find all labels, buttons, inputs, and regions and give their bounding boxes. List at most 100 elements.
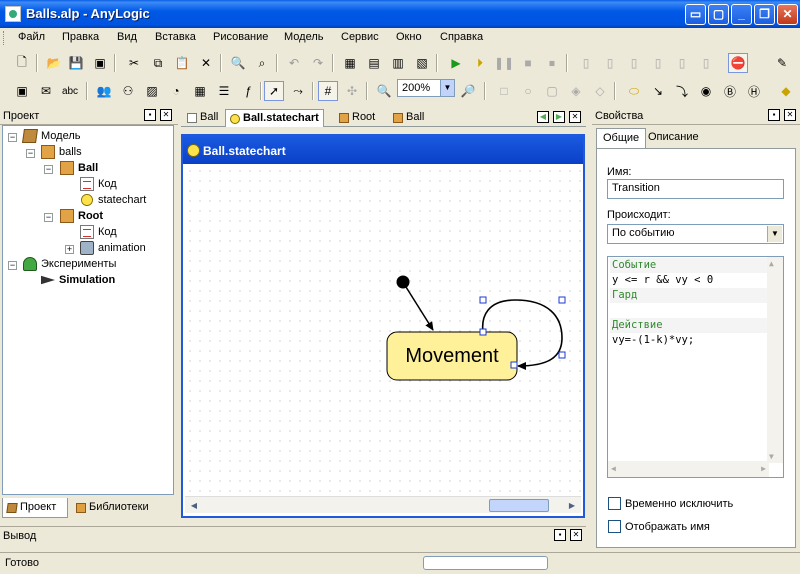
- state-icon[interactable]: □: [494, 81, 514, 101]
- image-icon[interactable]: ▨: [142, 81, 162, 101]
- show-name-checkbox[interactable]: [608, 520, 621, 533]
- trigger-select[interactable]: По событию ▼: [607, 224, 784, 244]
- tree-item-simulation[interactable]: Simulation: [41, 272, 115, 288]
- extra-window-button[interactable]: ▭: [685, 4, 706, 25]
- message-icon[interactable]: ✉: [36, 81, 56, 101]
- class-icon[interactable]: ▣: [12, 81, 32, 101]
- initial-transition-arrow[interactable]: [405, 286, 434, 331]
- list-icon[interactable]: ☰: [214, 81, 234, 101]
- branch-icon[interactable]: ◈: [566, 81, 586, 101]
- agents-icon[interactable]: 👥: [94, 81, 114, 101]
- tree-item-experiments[interactable]: Эксперименты: [23, 256, 116, 272]
- tree-item-ball[interactable]: Ball: [60, 160, 98, 176]
- chevron-down-icon[interactable]: ▼: [767, 226, 782, 242]
- zoom-in-icon[interactable]: 🔎: [458, 81, 478, 101]
- paste-icon[interactable]: 📋: [172, 53, 192, 73]
- stop-icon[interactable]: ■: [518, 53, 538, 73]
- guard-value[interactable]: [610, 303, 768, 318]
- initial-pointer-icon[interactable]: ⤵: [672, 81, 692, 101]
- export-icon[interactable]: ▧: [412, 53, 432, 73]
- final-state-icon[interactable]: ◉: [696, 81, 716, 101]
- note-icon[interactable]: ◆: [776, 81, 796, 101]
- action-value[interactable]: vy=-(1-k)*vy;: [610, 333, 768, 348]
- collapse-icon[interactable]: −: [8, 261, 17, 270]
- function-icon[interactable]: ƒ: [238, 81, 258, 101]
- open-icon[interactable]: 📂: [44, 53, 64, 73]
- minimize-button[interactable]: _: [731, 4, 752, 25]
- doc5-icon[interactable]: ▯: [672, 53, 692, 73]
- tree-item-animation[interactable]: animation: [80, 240, 146, 256]
- ellipse-state-icon[interactable]: ⬭: [624, 81, 644, 101]
- tree-item-root-code[interactable]: Код: [80, 224, 117, 240]
- menu-draw[interactable]: Рисование: [213, 31, 268, 43]
- pin-icon[interactable]: ▪: [554, 529, 566, 541]
- tree-item-ball-code[interactable]: Код: [80, 176, 117, 192]
- editor-horizontal-scrollbar[interactable]: ◀ ▶: [185, 496, 581, 513]
- replace-icon[interactable]: ⌕: [252, 53, 272, 73]
- tab-description[interactable]: Описание: [642, 128, 705, 148]
- transition-icon[interactable]: ↘: [648, 81, 668, 101]
- name-field[interactable]: Transition: [607, 179, 784, 199]
- tab-ball-1[interactable]: Ball: [183, 109, 222, 127]
- maximize-button[interactable]: ❐: [754, 4, 775, 25]
- selection-handle[interactable]: [479, 296, 487, 304]
- transition-code-editor[interactable]: Событие y <= r && vy < 0 Гард Действие v…: [607, 256, 784, 478]
- doc3-icon[interactable]: ▯: [624, 53, 644, 73]
- pin-icon[interactable]: ▪: [768, 109, 780, 121]
- menu-model[interactable]: Модель: [284, 31, 323, 43]
- text-tool-button[interactable]: abc: [60, 81, 80, 101]
- menu-view[interactable]: Вид: [117, 31, 137, 43]
- scroll-left-icon[interactable]: ◀: [611, 464, 616, 473]
- tree-item-model[interactable]: Модель: [22, 128, 80, 144]
- restore-window-button[interactable]: ▢: [708, 4, 729, 25]
- scroll-right-icon[interactable]: ▶: [565, 499, 579, 512]
- close-button[interactable]: ✕: [777, 4, 798, 25]
- properties-icon[interactable]: ▥: [388, 53, 408, 73]
- scroll-up-icon[interactable]: ▲: [769, 259, 774, 268]
- collapse-icon[interactable]: −: [44, 165, 53, 174]
- new-file-icon[interactable]: 🗋: [12, 53, 32, 73]
- tab-general[interactable]: Общие: [596, 128, 647, 148]
- connector-icon[interactable]: ⤳: [288, 81, 308, 101]
- doc1-icon[interactable]: ▯: [576, 53, 596, 73]
- event-value[interactable]: y <= r && vy < 0: [610, 273, 768, 288]
- menu-tools[interactable]: Сервис: [341, 31, 379, 43]
- tab-ball-2[interactable]: Ball: [389, 109, 428, 127]
- select-pointer-icon[interactable]: ➚: [264, 81, 284, 101]
- code-horizontal-scrollbar[interactable]: ◀ ▶: [608, 461, 769, 477]
- tab-scroll-right-icon[interactable]: ▶: [553, 111, 565, 123]
- find-icon[interactable]: 🔍: [228, 53, 248, 73]
- diagram-canvas[interactable]: Movement: [185, 166, 581, 496]
- save-icon[interactable]: 💾: [66, 53, 86, 73]
- scroll-left-icon[interactable]: ◀: [187, 499, 201, 512]
- selection-handle[interactable]: [558, 351, 566, 359]
- tree-item-balls[interactable]: balls: [41, 144, 82, 160]
- scroll-thumb[interactable]: [489, 499, 549, 512]
- zoom-select[interactable]: 200% ▼: [397, 79, 455, 97]
- tab-libraries[interactable]: Библиотеки: [72, 498, 162, 518]
- step-icon[interactable]: ⏵: [470, 53, 490, 73]
- exclude-checkbox[interactable]: [608, 497, 621, 510]
- selection-handle[interactable]: [558, 296, 566, 304]
- tab-project[interactable]: Проект: [2, 498, 68, 518]
- menu-help[interactable]: Справка: [440, 31, 483, 43]
- shape-icon[interactable]: ◇: [590, 81, 610, 101]
- redo-icon[interactable]: ↷: [308, 53, 328, 73]
- tab-scroll-left-icon[interactable]: ◀: [537, 111, 549, 123]
- panel-close-icon[interactable]: ✕: [160, 109, 172, 121]
- panel-close-icon[interactable]: ✕: [784, 109, 796, 121]
- tool-icon[interactable]: ✎: [772, 53, 792, 73]
- package-icon[interactable]: ▤: [364, 53, 384, 73]
- undo-icon[interactable]: ↶: [284, 53, 304, 73]
- doc2-icon[interactable]: ▯: [600, 53, 620, 73]
- collapse-icon[interactable]: −: [44, 213, 53, 222]
- initial-state-dot[interactable]: [396, 275, 410, 289]
- chart-icon[interactable]: ◔: [166, 81, 186, 101]
- delete-icon[interactable]: ✕: [196, 53, 216, 73]
- stop-run-icon[interactable]: ⏹: [542, 53, 562, 73]
- tab-ball-statechart[interactable]: Ball.statechart: [225, 109, 324, 127]
- snap-icon[interactable]: ✣: [342, 81, 362, 101]
- cut-icon[interactable]: ✂: [124, 53, 144, 73]
- tree-item-statechart[interactable]: statechart: [80, 192, 146, 208]
- menu-file[interactable]: Файл: [18, 31, 45, 43]
